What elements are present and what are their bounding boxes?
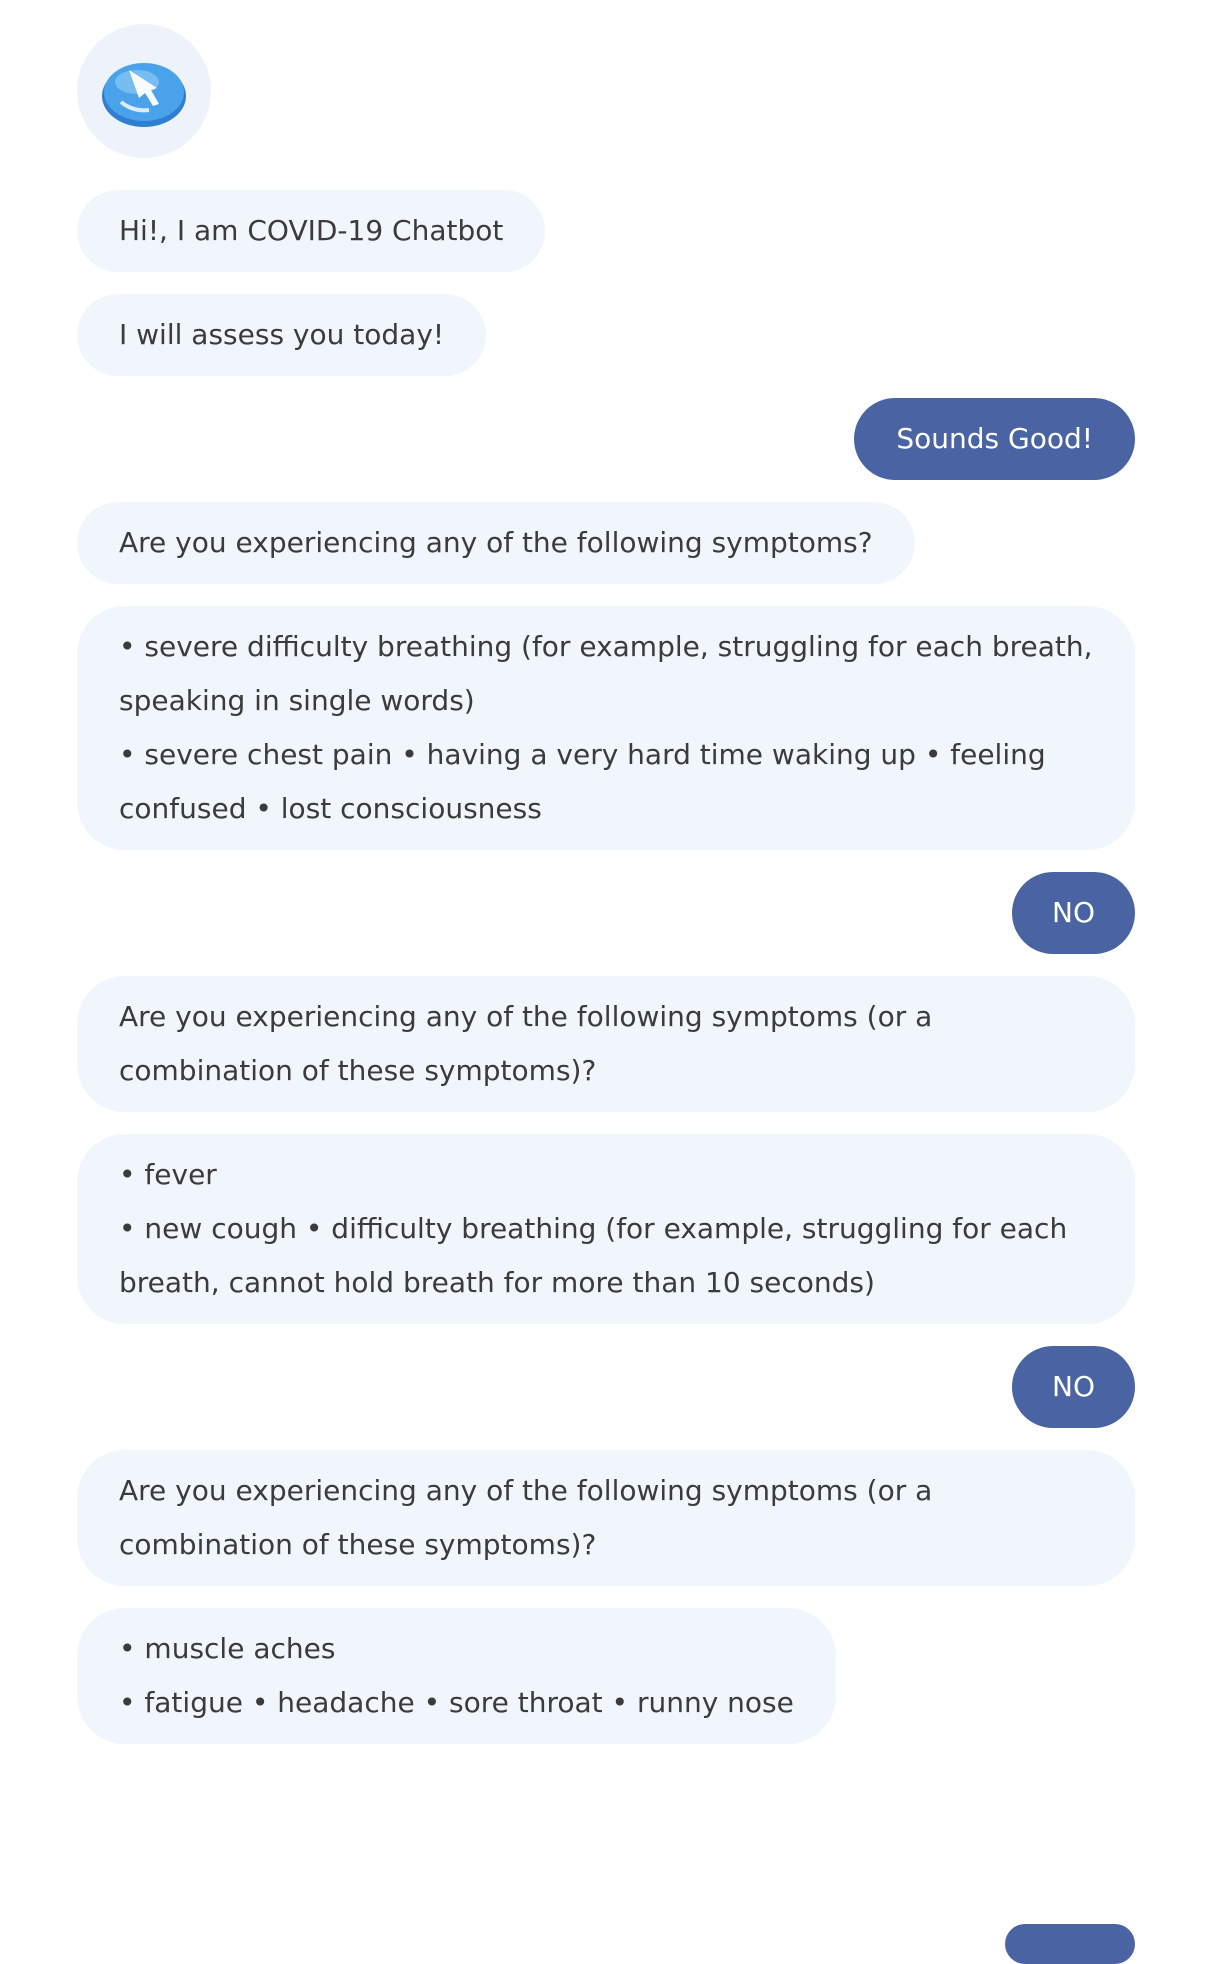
bot-question: Are you experiencing any of the followin… [77, 1450, 1135, 1586]
chatbot-logo-icon [102, 63, 186, 127]
user-message-row: Sounds Good! [77, 398, 1135, 480]
bot-message-row: I will assess you today! [77, 294, 1135, 376]
symptom-list: • muscle aches • fatigue • headache • so… [77, 1608, 836, 1744]
bot-question: Are you experiencing any of the followin… [77, 502, 915, 584]
bot-message: Hi!, I am COVID-19 Chatbot [77, 190, 546, 272]
bot-message-row: Are you experiencing any of the followin… [77, 1450, 1135, 1586]
user-message-row: NO [77, 1346, 1135, 1428]
user-reply-partial[interactable] [1005, 1924, 1135, 1964]
symptom-list: • severe difficulty breathing (for examp… [77, 606, 1135, 850]
bot-message-row: • fever • new cough • difficulty breathi… [77, 1134, 1135, 1324]
bot-message-row: Hi!, I am COVID-19 Chatbot [77, 190, 1135, 272]
user-reply-no[interactable]: NO [1012, 872, 1135, 954]
user-reply-sounds-good[interactable]: Sounds Good! [854, 398, 1135, 480]
bot-message-row: Are you experiencing any of the followin… [77, 502, 1135, 584]
bot-message-row: • severe difficulty breathing (for examp… [77, 606, 1135, 850]
bot-message-row: • muscle aches • fatigue • headache • so… [77, 1608, 1135, 1744]
bot-message: I will assess you today! [77, 294, 487, 376]
user-message-row: NO [77, 872, 1135, 954]
bot-message-row: Are you experiencing any of the followin… [77, 976, 1135, 1112]
chat-thread: Hi!, I am COVID-19 Chatbot I will assess… [77, 24, 1135, 1766]
bot-question: Are you experiencing any of the followin… [77, 976, 1135, 1112]
bot-avatar [77, 24, 211, 158]
user-reply-no[interactable]: NO [1012, 1346, 1135, 1428]
symptom-list: • fever • new cough • difficulty breathi… [77, 1134, 1135, 1324]
